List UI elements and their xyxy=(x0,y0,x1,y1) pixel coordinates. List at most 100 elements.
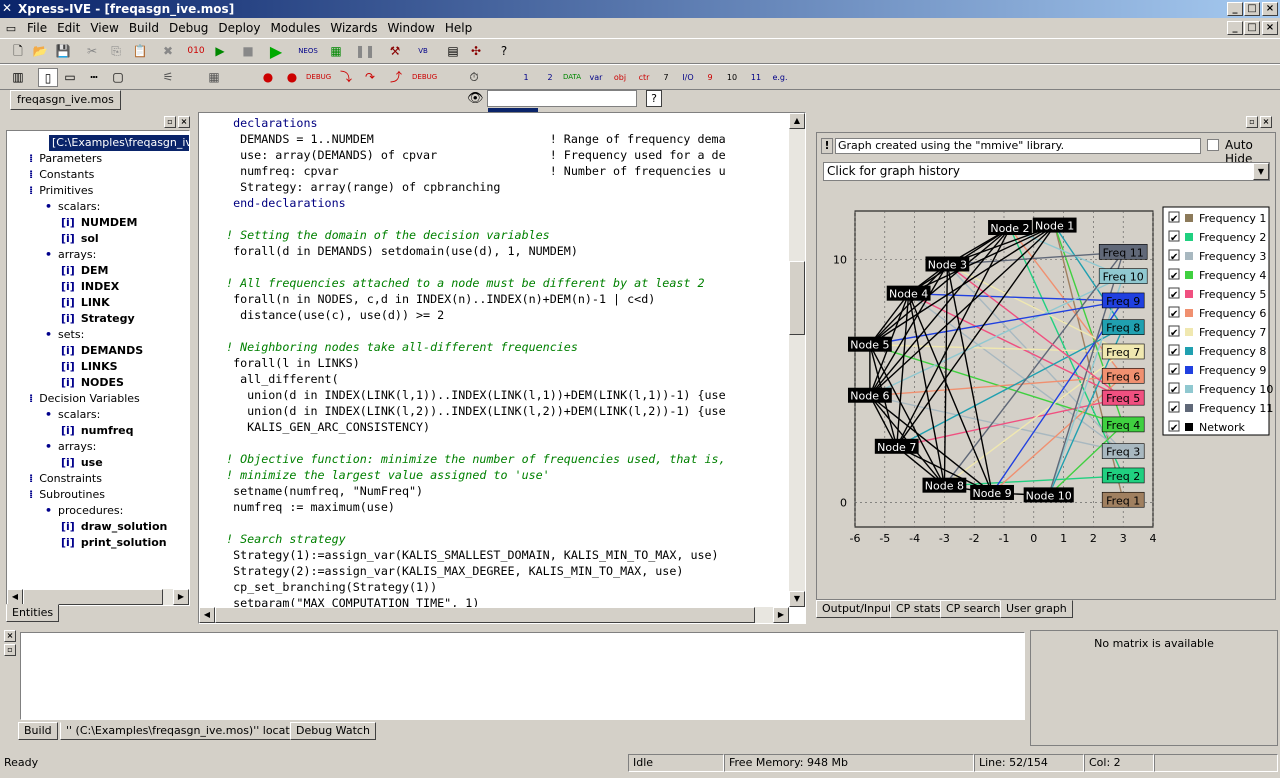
stop-compile-icon[interactable]: ✖ xyxy=(158,42,178,61)
obj-icon[interactable]: obj xyxy=(610,68,630,87)
entity-10-icon[interactable]: 10 xyxy=(722,68,742,87)
panel-close-button[interactable]: × xyxy=(178,116,190,128)
tree-item[interactable]: • sets: xyxy=(45,327,84,343)
menu-deploy[interactable]: Deploy xyxy=(213,18,265,38)
scroll-left-icon[interactable]: ◀ xyxy=(199,607,215,623)
breakpoint-icon[interactable]: ● xyxy=(258,68,278,87)
pane-dash-icon[interactable]: ┅ xyxy=(84,68,104,87)
menu-view[interactable]: View xyxy=(85,18,123,38)
tree-item[interactable]: ⁞ Primitives xyxy=(29,183,93,199)
tree-item[interactable]: ⁞ Constraints xyxy=(29,471,102,487)
graph-history-select[interactable]: Click for graph history ▼ xyxy=(823,162,1270,181)
entity-11-icon[interactable]: 11 xyxy=(746,68,766,87)
scroll-up-icon[interactable]: ▲ xyxy=(789,113,805,129)
tree-item[interactable]: • arrays: xyxy=(45,247,96,263)
search-input[interactable] xyxy=(487,90,637,112)
doc-minimize-button[interactable]: _ xyxy=(1227,21,1243,35)
tree-hscrollbar[interactable]: ◀ ▶ xyxy=(7,589,189,605)
help-search-icon[interactable]: ? xyxy=(646,90,662,107)
hscroll-thumb[interactable] xyxy=(23,589,163,605)
doc-close-button[interactable]: × xyxy=(1262,21,1278,35)
run-debug-icon[interactable]: ▶ xyxy=(210,42,230,61)
tab-output-input[interactable]: Output/Input xyxy=(816,600,899,618)
tree-item[interactable]: [i] DEMANDS xyxy=(61,343,143,359)
tree-item[interactable]: [i] draw_solution xyxy=(61,519,167,535)
entity-7-icon[interactable]: 7 xyxy=(656,68,676,87)
deploy-icon[interactable]: ⚒ xyxy=(385,42,405,61)
tree-item[interactable]: [i] NUMDEM xyxy=(61,215,138,231)
pane-bottom-icon[interactable]: ▭ xyxy=(60,68,80,87)
tree-item[interactable]: • scalars: xyxy=(45,407,100,423)
tree-item[interactable]: ⁞ Decision Variables xyxy=(29,391,140,407)
build-output[interactable] xyxy=(20,632,1025,720)
step-out-icon[interactable]: ⤴ xyxy=(386,68,406,87)
tree-item[interactable]: • scalars: xyxy=(45,199,100,215)
optimizer-icon[interactable]: ▤ xyxy=(443,42,463,61)
document-icon[interactable]: ▭ xyxy=(0,19,22,39)
tree-item[interactable]: [i] INDEX xyxy=(61,279,119,295)
editor-vscrollbar[interactable]: ▲ ▼ xyxy=(789,113,805,607)
doc-restore-button[interactable]: □ xyxy=(1244,21,1260,35)
save-icon[interactable]: 💾 xyxy=(53,42,73,61)
tree-root[interactable]: [C:\Examples\freqasgn_ive. xyxy=(49,135,189,151)
menu-modules[interactable]: Modules xyxy=(265,18,325,38)
var-icon[interactable]: var xyxy=(586,68,606,87)
menu-window[interactable]: Window xyxy=(383,18,440,38)
new-file-icon[interactable]: 🗋 xyxy=(8,42,28,61)
scroll-left-icon[interactable]: ◀ xyxy=(7,589,23,605)
help-icon[interactable]: ? xyxy=(494,42,514,61)
pause-icon[interactable]: ❚❚ xyxy=(355,42,375,61)
scroll-right-icon[interactable]: ▶ xyxy=(773,607,789,623)
tree-item[interactable]: [i] DEM xyxy=(61,263,108,279)
vscroll-thumb[interactable] xyxy=(789,261,805,335)
paste-icon[interactable]: 📋 xyxy=(130,42,150,61)
entity-9-icon[interactable]: 9 xyxy=(700,68,720,87)
menu-file[interactable]: File xyxy=(22,18,52,38)
tree-item[interactable]: • procedures: xyxy=(45,503,123,519)
copy-icon[interactable]: ⎘ xyxy=(106,42,126,61)
tab-user-graph[interactable]: User graph xyxy=(1000,600,1073,618)
tab-cp-stats[interactable]: CP stats xyxy=(890,600,947,618)
tree-item[interactable]: [i] Strategy xyxy=(61,311,135,327)
tab-build[interactable]: Build xyxy=(18,722,58,740)
entity-2-icon[interactable]: 2 xyxy=(540,68,560,87)
panel-float-button[interactable]: ▫ xyxy=(1246,116,1258,128)
cut-icon[interactable]: ✂ xyxy=(82,42,102,61)
menu-debug[interactable]: Debug xyxy=(164,18,213,38)
editor-hscrollbar[interactable]: ◀ ▶ xyxy=(199,607,789,623)
bottom-float-button[interactable]: ▫ xyxy=(4,644,16,656)
io-icon[interactable]: I/O xyxy=(678,68,698,87)
tree-item[interactable]: ⁞ Subroutines xyxy=(29,487,105,503)
panel-close-button[interactable]: × xyxy=(1260,116,1272,128)
open-file-icon[interactable]: 📂 xyxy=(30,42,50,61)
data-icon[interactable]: DATA xyxy=(562,68,582,87)
step-icon[interactable]: ⤵ xyxy=(336,68,356,87)
menu-help[interactable]: Help xyxy=(440,18,477,38)
close-button[interactable]: × xyxy=(1262,2,1278,16)
tree-item[interactable]: [i] LINK xyxy=(61,295,110,311)
maximize-button[interactable]: □ xyxy=(1244,2,1260,16)
tab-entities[interactable]: Entities xyxy=(6,604,60,622)
grid-run-icon[interactable]: ▦ xyxy=(326,42,346,61)
wizard-icon[interactable]: ✣ xyxy=(466,42,486,61)
breakpoint-clear-icon[interactable]: ● xyxy=(282,68,302,87)
neos-icon[interactable]: NEOS xyxy=(298,42,318,61)
doc-tab[interactable]: freqasgn_ive.mos xyxy=(10,90,121,110)
bottom-close-button[interactable]: × xyxy=(4,630,16,642)
tree-item[interactable]: [i] sol xyxy=(61,231,99,247)
tree-item[interactable]: [i] LINKS xyxy=(61,359,118,375)
tab-cp-search[interactable]: CP search xyxy=(940,600,1007,618)
code-editor[interactable]: declarations DEMANDS = 1..NUMDEM ! Range… xyxy=(198,112,806,624)
vb-icon[interactable]: VB xyxy=(413,42,433,61)
tab-debug-watch[interactable]: Debug Watch xyxy=(290,722,376,740)
tab-locations[interactable]: '' (C:\Examples\freqasgn_ive.mos)'' loca… xyxy=(60,722,319,740)
scroll-down-icon[interactable]: ▼ xyxy=(789,591,805,607)
ctr-icon[interactable]: ctr xyxy=(634,68,654,87)
step-over-icon[interactable]: ↷ xyxy=(360,68,380,87)
debug-icon[interactable]: DEBUG xyxy=(306,68,331,87)
panel-float-button[interactable]: ▫ xyxy=(164,116,176,128)
stop-icon[interactable]: ■ xyxy=(238,42,258,61)
menu-build[interactable]: Build xyxy=(124,18,164,38)
tree-item[interactable]: [i] print_solution xyxy=(61,535,167,551)
pane-right-icon[interactable]: ▢ xyxy=(108,68,128,87)
